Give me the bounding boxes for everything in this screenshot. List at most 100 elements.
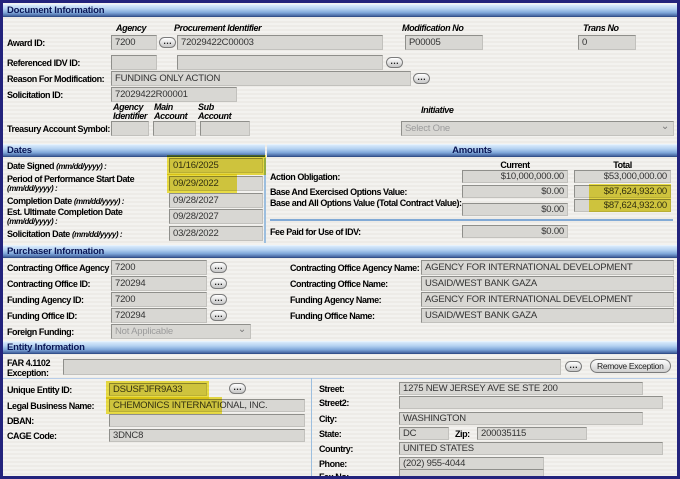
contracting-office-id-lookup-button[interactable]: …: [210, 278, 227, 289]
completion-date-field[interactable]: 09/28/2027: [169, 193, 263, 208]
tas-main-account-field[interactable]: [153, 121, 196, 136]
contracting-office-agency-id-lookup-button[interactable]: …: [210, 262, 227, 273]
date-signed-field[interactable]: 01/16/2025: [169, 158, 263, 173]
amounts-divider: [270, 219, 673, 221]
section-title: Purchaser Information: [7, 246, 104, 257]
contracting-office-name-field[interactable]: USAID/WEST BANK GAZA: [421, 276, 674, 291]
tas-sub-account-field[interactable]: [200, 121, 250, 136]
date-signed-label: Date Signed (mm/dd/yyyy) :: [7, 161, 106, 171]
far-exception-label: FAR 4.1102Exception:: [7, 358, 50, 378]
contracting-office-id-label: Contracting Office ID:: [7, 279, 90, 289]
award-trans-no-field[interactable]: 0: [578, 35, 636, 50]
unique-entity-id-field[interactable]: DSUSFJFR9A33: [109, 383, 207, 396]
country-field[interactable]: UNITED STATES: [399, 442, 663, 455]
cage-code-field[interactable]: 3DNC8: [109, 429, 305, 442]
contracting-office-name-label: Contracting Office Name:: [290, 279, 388, 289]
far-exception-field[interactable]: [63, 359, 561, 375]
tas-agency-identifier-field[interactable]: [111, 121, 149, 136]
base-all-options-current-field[interactable]: $0.00: [462, 203, 568, 216]
contracting-office-agency-id-label: Contracting Office Agency ID:: [7, 263, 122, 273]
award-modification-no-field[interactable]: P00005: [405, 35, 483, 50]
unique-entity-id-lookup-button[interactable]: …: [229, 383, 246, 394]
country-label: Country:: [319, 444, 353, 454]
street-field[interactable]: 1275 NEW JERSEY AVE SE STE 200: [399, 382, 643, 395]
amounts-current-column-header: Current: [462, 160, 568, 170]
period-of-performance-start-date-field[interactable]: 09/29/2022: [169, 176, 263, 191]
state-field[interactable]: DC: [399, 427, 449, 440]
funding-office-id-field[interactable]: 720294: [111, 308, 207, 323]
section-header-amounts: Amounts: [267, 144, 677, 157]
street2-field[interactable]: [399, 396, 663, 409]
referenced-idv-identifier-field[interactable]: [177, 55, 383, 70]
contracting-office-agency-id-field[interactable]: 7200: [111, 260, 207, 275]
treasury-account-symbol-label: Treasury Account Symbol:: [7, 124, 110, 134]
award-agency-field[interactable]: 7200: [111, 35, 157, 50]
action-obligation-label: Action Obligation:: [270, 172, 340, 182]
award-id-label: Award ID:: [7, 38, 45, 48]
base-all-options-total-field[interactable]: $87,624,932.00: [574, 199, 671, 212]
tas-agency-identifier-header: AgencyIdentifier: [113, 103, 147, 121]
funding-office-name-field[interactable]: USAID/WEST BANK GAZA: [421, 308, 674, 323]
referenced-idv-id-label: Referenced IDV ID:: [7, 58, 80, 68]
solicitation-date-field[interactable]: 03/28/2022: [169, 226, 263, 241]
action-obligation-total-field[interactable]: $53,000,000.00: [574, 170, 671, 183]
dban-field[interactable]: [109, 414, 305, 427]
chevron-down-icon: ⌄: [661, 121, 669, 133]
section-title: Amounts: [452, 145, 492, 156]
funding-agency-id-lookup-button[interactable]: …: [210, 294, 227, 305]
base-all-options-label: Base and All Options Value (Total Contra…: [270, 198, 462, 208]
far-exception-lookup-button[interactable]: …: [565, 361, 582, 372]
funding-office-name-label: Funding Office Name:: [290, 311, 375, 321]
funding-office-id-label: Funding Office ID:: [7, 311, 77, 321]
fpds-contract-form: Document Information Agency Procurement …: [0, 0, 680, 479]
section-header-purchaser-information: Purchaser Information: [3, 245, 677, 258]
state-label: State:: [319, 429, 341, 439]
chevron-down-icon: ⌄: [238, 324, 246, 336]
solicitation-id-field[interactable]: 72029422R00001: [111, 87, 237, 102]
funding-agency-id-field[interactable]: 7200: [111, 292, 207, 307]
award-agency-lookup-button[interactable]: …: [159, 37, 176, 48]
city-field[interactable]: WASHINGTON: [399, 412, 643, 425]
section-title: Document Information: [7, 5, 104, 16]
remove-exception-button[interactable]: Remove Exception: [590, 359, 671, 373]
contracting-office-agency-name-field[interactable]: AGENCY FOR INTERNATIONAL DEVELOPMENT: [421, 260, 674, 275]
tas-sub-account-header: SubAccount: [198, 103, 231, 121]
street2-label: Street2:: [319, 398, 349, 408]
section-title: Dates: [7, 145, 32, 156]
solicitation-date-label: Solicitation Date (mm/dd/yyyy) :: [7, 229, 122, 239]
dates-amounts-divider: [264, 158, 266, 243]
award-procurement-identifier-field[interactable]: 72029422C00003: [177, 35, 383, 50]
funding-office-id-lookup-button[interactable]: …: [210, 310, 227, 321]
zip-field[interactable]: 200035115: [477, 427, 587, 440]
section-title: Entity Information: [7, 342, 85, 353]
funding-agency-name-field[interactable]: AGENCY FOR INTERNATIONAL DEVELOPMENT: [421, 292, 674, 307]
fax-no-field[interactable]: [399, 469, 544, 479]
referenced-idv-lookup-button[interactable]: …: [386, 57, 403, 68]
unique-entity-id-label: Unique Entity ID:: [7, 385, 72, 395]
fee-paid-idv-current-field[interactable]: $0.00: [462, 225, 568, 238]
base-exercised-options-total-field[interactable]: $87,624,932.00: [574, 185, 671, 198]
contracting-office-id-field[interactable]: 720294: [111, 276, 207, 291]
city-label: City:: [319, 414, 337, 424]
foreign-funding-select[interactable]: Not Applicable ⌄: [111, 324, 251, 339]
section-header-entity-information: Entity Information: [3, 341, 677, 354]
initiative-select[interactable]: Select One ⌄: [401, 121, 674, 136]
base-exercised-options-current-field[interactable]: $0.00: [462, 185, 568, 198]
column-header-trans-no: Trans No: [583, 24, 619, 33]
street-label: Street:: [319, 384, 344, 394]
cage-code-label: CAGE Code:: [7, 431, 57, 441]
reason-for-modification-label: Reason For Modification:: [7, 74, 104, 84]
action-obligation-current-field[interactable]: $10,000,000.00: [462, 170, 568, 183]
section-header-dates: Dates: [3, 144, 265, 157]
legal-business-name-field[interactable]: CHEMONICS INTERNATIONAL, INC.: [109, 399, 305, 412]
reason-for-modification-lookup-button[interactable]: …: [413, 73, 430, 84]
tas-main-account-header: MainAccount: [154, 103, 187, 121]
phone-label: Phone:: [319, 459, 347, 469]
referenced-idv-agency-field[interactable]: [111, 55, 157, 70]
reason-for-modification-field[interactable]: FUNDING ONLY ACTION: [111, 71, 411, 86]
solicitation-id-label: Solicitation ID:: [7, 90, 63, 100]
est-ultimate-completion-date-field[interactable]: 09/28/2027: [169, 209, 263, 224]
foreign-funding-label: Foreign Funding:: [7, 327, 74, 337]
entity-divider-vertical: [311, 378, 312, 476]
section-header-document-information: Document Information: [3, 4, 677, 17]
